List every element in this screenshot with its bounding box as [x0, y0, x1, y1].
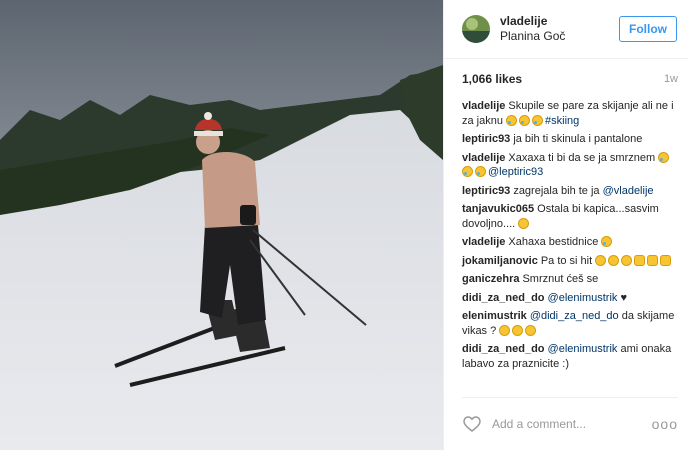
comment-footer: ooo [462, 397, 678, 450]
mention-link[interactable]: @elenimustrik [548, 343, 618, 355]
post-sidebar: vladelije Planina Goč Follow 1,066 likes… [443, 0, 688, 450]
comment-text: ja bih ti skinula i pantalone [513, 133, 643, 145]
comments-list: vladelije Skupile se pare za skijanje ali… [462, 99, 678, 371]
emoji-icon [658, 151, 670, 163]
likes-count[interactable]: 1,066 likes [462, 72, 522, 86]
comment: didi_za_ned_do @elenimustrik ♥ [462, 291, 678, 306]
mention-link[interactable]: @elenimustrik [548, 292, 618, 304]
comment-user[interactable]: tanjavukic065 [462, 203, 534, 215]
comment-text: Smrznut ćeš se [522, 273, 599, 285]
post-username[interactable]: vladelije [500, 14, 619, 29]
heart-icon[interactable] [462, 414, 482, 434]
follow-button[interactable]: Follow [619, 16, 677, 42]
add-comment-input[interactable] [490, 416, 652, 432]
emoji-icon [601, 236, 613, 247]
comment-user[interactable]: jokamiljanovic [462, 255, 538, 267]
comment: elenimustrik @didi_za_ned_do da skijame v… [462, 309, 678, 338]
emoji-icon [595, 254, 607, 266]
ski-photo-image [0, 0, 443, 450]
emoji-icon [475, 166, 486, 177]
mention-link[interactable]: @didi_za_ned_do [530, 310, 619, 322]
header-text: vladelije Planina Goč [500, 14, 619, 44]
heart-outline [463, 416, 481, 432]
emoji-icon [512, 324, 524, 336]
emoji-icon [525, 324, 537, 336]
comment: leptiric93 ja bih ti skinula i pantalone [462, 132, 678, 147]
comment: jokamiljanovic Pa to si hit [462, 254, 678, 269]
comment-text: zagrejala bih te ja [513, 184, 603, 197]
comment: vladelije Xahaxa bestidnice [462, 235, 678, 250]
emoji-icon [506, 114, 518, 126]
emoji-icon [462, 166, 473, 177]
instagram-post: vladelije Planina Goč Follow 1,066 likes… [0, 0, 688, 450]
comment: vladelije Xaxaxa ti bi da se ja smrznem @… [462, 151, 678, 180]
post-photo[interactable] [0, 0, 443, 450]
mention-link[interactable]: @leptiric93 [488, 166, 543, 178]
emoji-icon [519, 114, 531, 126]
post-location[interactable]: Planina Goč [500, 29, 619, 44]
comment: didi_za_ned_do @elenimustrik ami onaka la… [462, 342, 678, 371]
user-avatar[interactable] [462, 15, 490, 43]
post-meta: 1,066 likes 1w [462, 59, 678, 99]
emoji-icon [499, 324, 511, 336]
comment-user[interactable]: elenimustrik [462, 310, 527, 322]
comment-text: Xaxaxa ti bi da se ja smrznem [508, 151, 659, 164]
emoji-icon [518, 217, 530, 229]
comment: tanjavukic065 Ostala bi kapica...sasvim d… [462, 202, 678, 231]
comment: vladelije Skupile se pare za skijanje ali… [462, 99, 678, 128]
more-options-icon[interactable]: ooo [652, 416, 678, 432]
comment-user[interactable]: vladelije [462, 100, 505, 112]
comment: leptiric93 zagrejala bih te ja @vladelije [462, 184, 678, 199]
emoji-icon [634, 254, 646, 266]
post-time[interactable]: 1w [664, 73, 678, 85]
comment-text: ♥ [617, 291, 627, 304]
comment-user[interactable]: ganiczehra [462, 273, 519, 285]
comment-user[interactable]: leptiric93 [462, 133, 510, 145]
post-header: vladelije Planina Goč Follow [444, 0, 688, 59]
comment-text: Pa to si hit [540, 254, 596, 267]
emoji-icon [660, 254, 672, 266]
comment-text: Xahaxa bestidnice [508, 236, 602, 248]
comment-user[interactable]: didi_za_ned_do [462, 292, 545, 304]
emoji-icon [608, 254, 620, 266]
hashtag-link[interactable]: #skiing [545, 115, 579, 127]
avatar-image [462, 15, 490, 43]
mention-link[interactable]: @vladelije [603, 185, 654, 197]
emoji-icon [647, 254, 659, 266]
emoji-icon [532, 114, 544, 126]
comment-user[interactable]: vladelije [462, 152, 505, 164]
comment-user[interactable]: vladelije [462, 236, 505, 248]
emoji-icon [621, 254, 633, 266]
comment: ganiczehra Smrznut ćeš se [462, 272, 678, 287]
comment-user[interactable]: leptiric93 [462, 185, 510, 197]
comment-user[interactable]: didi_za_ned_do [462, 343, 545, 355]
